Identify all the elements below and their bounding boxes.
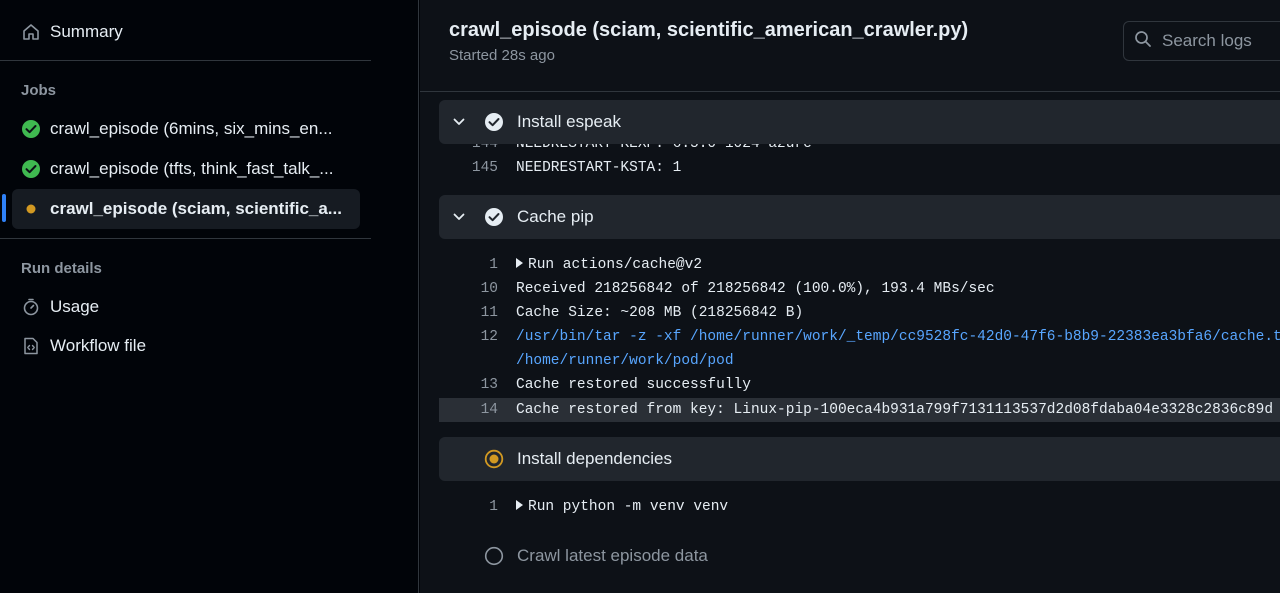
log-panel: crawl_episode (sciam, scientific_america… — [420, 0, 1280, 593]
search-logs-input[interactable] — [1160, 30, 1280, 52]
step-label: Install dependencies — [517, 449, 673, 468]
in-progress-dot-icon — [21, 199, 41, 219]
file-code-icon — [21, 336, 41, 356]
job-item-sciam[interactable]: crawl_episode (sciam, scientific_a... — [12, 189, 360, 229]
run-details-title: Run details — [21, 260, 102, 277]
job-title: crawl_episode (sciam, scientific_america… — [449, 19, 969, 41]
log-text: NEEDRESTART-KSTA: 1 — [516, 160, 682, 176]
log-group-toggle: Run actions/cache@v2 — [516, 257, 702, 273]
expand-triangle-icon — [516, 258, 523, 269]
log-line: 13 Cache restored successfully — [439, 373, 1280, 397]
log-line: 145 NEEDRESTART-KSTA: 1 — [439, 156, 1280, 180]
step-install-dependencies[interactable]: Install dependencies — [439, 437, 1280, 481]
step-install-espeak[interactable]: Install espeak — [439, 100, 1280, 144]
log-line[interactable]: 1 Run actions/cache@v2 — [439, 253, 1280, 277]
log-text: /usr/bin/tar -z -xf /home/runner/work/_t… — [516, 329, 1280, 345]
divider — [0, 60, 371, 61]
summary-label: Summary — [50, 22, 123, 41]
log-line: 10 Received 218256842 of 218256842 (100.… — [439, 277, 1280, 301]
step-cache-pip[interactable]: Cache pip — [439, 195, 1280, 239]
success-check-icon — [21, 159, 41, 179]
summary-link[interactable]: Summary — [12, 12, 360, 52]
log-text: Run actions/cache@v2 — [528, 257, 703, 273]
log-text: Cache restored successfully — [516, 377, 751, 393]
divider — [0, 238, 371, 239]
line-number: 13 — [480, 377, 498, 393]
log-group-toggle: Run python -m venv venv — [516, 499, 728, 515]
in-progress-icon — [483, 449, 505, 469]
step-label: Cache pip — [517, 207, 594, 226]
job-label: crawl_episode (sciam, scientific_a... — [50, 199, 342, 218]
chevron-down-icon — [449, 210, 469, 224]
log-text: Run python -m venv venv — [528, 499, 729, 515]
usage-link[interactable]: Usage — [12, 287, 360, 327]
job-item-tfts[interactable]: crawl_episode (tfts, think_fast_talk_... — [12, 149, 360, 189]
job-label: crawl_episode (6mins, six_mins_en... — [50, 119, 333, 138]
line-number: 12 — [480, 329, 498, 345]
line-number: 1 — [489, 499, 498, 515]
job-header: crawl_episode (sciam, scientific_america… — [420, 0, 1280, 92]
sidebar: Summary Jobs crawl_episode (6mins, six_m… — [0, 0, 419, 593]
log-text: Received 218256842 of 218256842 (100.0%)… — [516, 281, 995, 297]
search-icon — [1134, 30, 1152, 53]
job-item-6mins[interactable]: crawl_episode (6mins, six_mins_en... — [12, 109, 360, 149]
line-number: 10 — [480, 281, 498, 297]
log-line: 12 /usr/bin/tar -z -xf /home/runner/work… — [439, 325, 1280, 349]
log-line[interactable]: 1 Run python -m venv venv — [439, 495, 1280, 519]
home-icon — [21, 22, 41, 42]
usage-label: Usage — [50, 297, 100, 316]
pending-circle-icon — [483, 546, 505, 566]
job-started-time: Started 28s ago — [449, 47, 555, 64]
chevron-down-icon — [449, 115, 469, 129]
check-circle-icon — [483, 207, 505, 227]
log-line: /home/runner/work/pod/pod — [439, 349, 1280, 373]
line-number: 145 — [471, 160, 498, 176]
workflow-file-link[interactable]: Workflow file — [12, 326, 360, 366]
stopwatch-icon — [21, 297, 41, 317]
workflow-file-label: Workflow file — [50, 336, 147, 355]
log-text: Cache restored from key: Linux-pip-100ec… — [516, 402, 1274, 418]
search-logs-box[interactable] — [1123, 21, 1280, 61]
check-circle-icon — [483, 112, 505, 132]
log-text: Cache Size: ~208 MB (218256842 B) — [516, 305, 804, 321]
log-text: /home/runner/work/pod/pod — [516, 353, 734, 369]
line-number: 1 — [489, 257, 498, 273]
job-label: crawl_episode (tfts, think_fast_talk_... — [50, 159, 334, 178]
log-line: 11 Cache Size: ~208 MB (218256842 B) — [439, 301, 1280, 325]
active-indicator — [2, 194, 6, 222]
line-number: 14 — [480, 402, 498, 418]
log-line-highlighted: 14 Cache restored from key: Linux-pip-10… — [439, 398, 1280, 422]
step-crawl-latest[interactable]: Crawl latest episode data — [439, 534, 1280, 578]
expand-triangle-icon — [516, 500, 523, 511]
jobs-section-title: Jobs — [21, 82, 57, 99]
step-label: Crawl latest episode data — [517, 546, 708, 565]
line-number: 11 — [480, 305, 498, 321]
success-check-icon — [21, 119, 41, 139]
step-label: Install espeak — [517, 112, 621, 131]
